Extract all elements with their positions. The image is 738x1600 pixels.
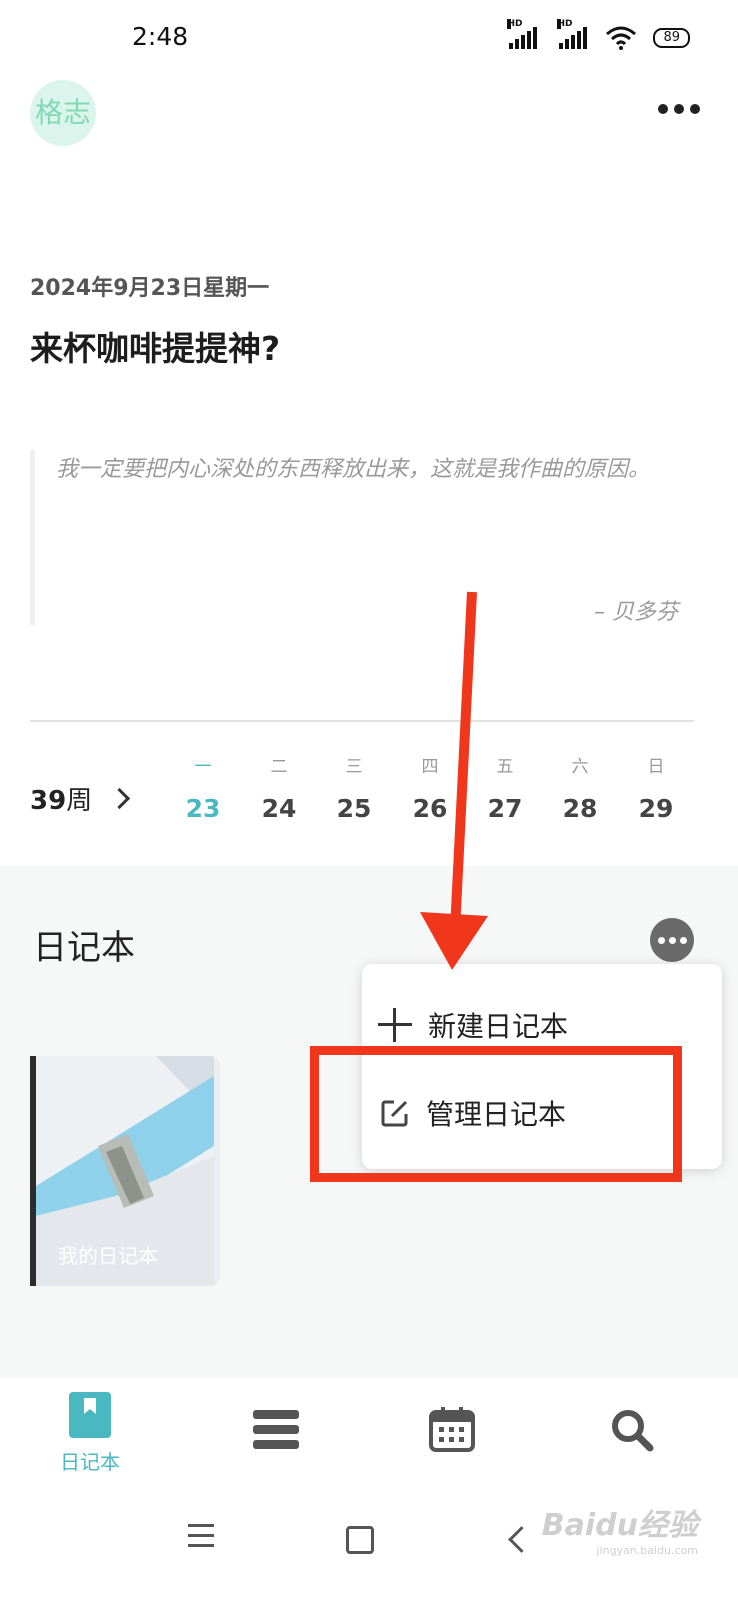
watermark: Baidu经验 jingyan.baidu.com [541,1508,698,1557]
arrow-annotation [420,591,488,970]
notebook-card[interactable]: 我的日记本 [30,1056,220,1286]
nav-item-search[interactable] [572,1408,692,1456]
search-icon [612,1410,654,1452]
menu-icon[interactable] [188,1524,214,1554]
notebook-name: 我的日记本 [58,1244,158,1268]
list-icon [253,1410,299,1449]
plus-icon [378,1008,412,1042]
calendar-icon [429,1407,475,1452]
menu-item-label: 新建日记本 [428,1010,569,1043]
home-icon[interactable] [346,1526,374,1554]
nav-item-notebooks[interactable]: 日记本 [30,1392,150,1475]
back-icon[interactable] [508,1526,535,1553]
nav-label: 日记本 [60,1450,120,1474]
nav-item-calendar[interactable] [392,1406,512,1456]
nav-item-list[interactable] [216,1410,336,1454]
bottom-navigation: 日记本 [0,1378,738,1488]
bookmark-icon [69,1392,111,1438]
highlight-box [310,1046,682,1182]
